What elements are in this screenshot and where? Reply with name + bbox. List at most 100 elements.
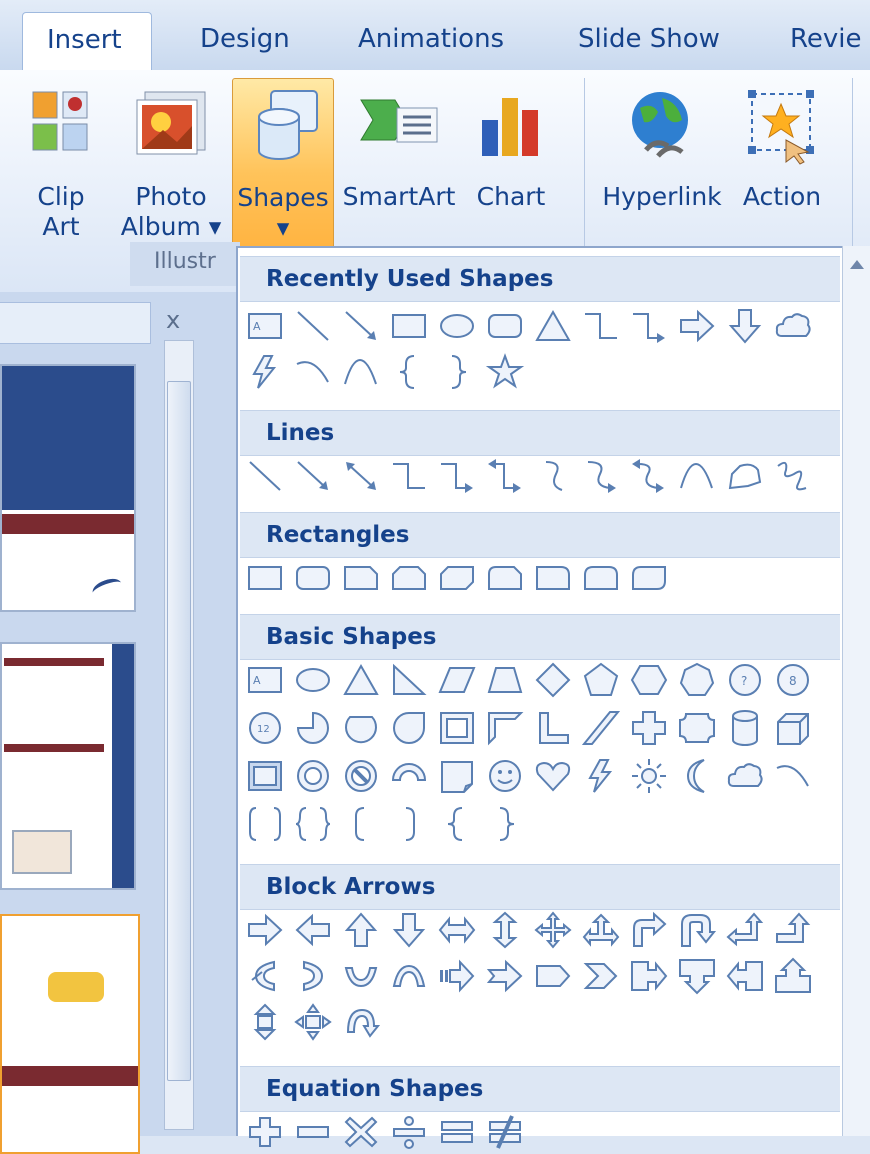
shape-math-multiply-icon[interactable]: [340, 1112, 382, 1152]
shape-lr-arrow-icon[interactable]: [436, 910, 478, 950]
shape-elbow-dbl-icon[interactable]: [484, 456, 526, 496]
action-button[interactable]: Action: [734, 78, 830, 248]
clip-art-button[interactable]: Clip Art: [18, 78, 104, 248]
shape-arc-icon[interactable]: [772, 756, 814, 796]
shape-quad-callout-icon[interactable]: [292, 1002, 334, 1042]
shape-line-icon[interactable]: [292, 306, 334, 346]
shape-l-shape-icon[interactable]: [532, 708, 574, 748]
shape-up-arrow-icon[interactable]: [340, 910, 382, 950]
shape-down-callout-icon[interactable]: [676, 956, 718, 996]
shape-math-not-equal-icon[interactable]: [484, 1112, 526, 1152]
shape-rect-icon[interactable]: [244, 558, 286, 598]
shape-donut-icon[interactable]: [292, 756, 334, 796]
tab-animations[interactable]: Animations: [358, 24, 504, 54]
shape-lru-arrow-icon[interactable]: [580, 910, 622, 950]
shape-triangle-icon[interactable]: [532, 306, 574, 346]
shape-rbracket-icon[interactable]: [388, 804, 430, 844]
shape-bevel-icon[interactable]: [244, 756, 286, 796]
shape-snip1-icon[interactable]: [340, 558, 382, 598]
shape-textbox-icon[interactable]: A: [244, 306, 286, 346]
tab-review[interactable]: Revie: [790, 24, 862, 54]
shape-block-arc-icon[interactable]: [388, 756, 430, 796]
shape-cloud-icon[interactable]: [724, 756, 766, 796]
shape-quad-arrow-icon[interactable]: [532, 910, 574, 950]
shape-elbow-arrow-icon[interactable]: [436, 456, 478, 496]
shape-curved-down-icon[interactable]: [388, 956, 430, 996]
shape-roundrect-icon[interactable]: [292, 558, 334, 598]
shape-rect-icon[interactable]: [388, 306, 430, 346]
shape-oval-icon[interactable]: [292, 660, 334, 700]
shape-arrow-icon[interactable]: [292, 456, 334, 496]
slide-thumbnail-selected[interactable]: [0, 914, 140, 1154]
shape-triangle-icon[interactable]: [340, 660, 382, 700]
shape-curved-dbl-icon[interactable]: [628, 456, 670, 496]
shape-snip2-icon[interactable]: [388, 558, 430, 598]
shape-heptagon-icon[interactable]: [676, 660, 718, 700]
shape-cube-icon[interactable]: [772, 708, 814, 748]
shape-lbracket-icon[interactable]: [340, 804, 382, 844]
shape-plus-icon[interactable]: [628, 708, 670, 748]
shape-uturn-arrow-icon[interactable]: [676, 910, 718, 950]
shape-bent-up-icon[interactable]: [772, 910, 814, 950]
shape-lightning-icon[interactable]: [244, 352, 286, 392]
shape-snip-round-icon[interactable]: [484, 558, 526, 598]
shape-arc-icon[interactable]: [292, 352, 334, 392]
shape-plaque-icon[interactable]: [676, 708, 718, 748]
shape-textbox-icon[interactable]: A: [244, 660, 286, 700]
shape-pentagon-icon[interactable]: [580, 660, 622, 700]
shape-can-icon[interactable]: [724, 708, 766, 748]
shape-scribble-icon[interactable]: [772, 456, 814, 496]
shape-ud-arrow-icon[interactable]: [484, 910, 526, 950]
shape-math-plus-icon[interactable]: [244, 1112, 286, 1152]
shape-ud-callout-icon[interactable]: [244, 1002, 286, 1042]
shape-notched-right-icon[interactable]: [484, 956, 526, 996]
shape-dbl-arrow-icon[interactable]: [340, 456, 382, 496]
shapes-button[interactable]: Shapes ▾: [232, 78, 334, 252]
tab-insert[interactable]: Insert: [22, 12, 152, 72]
shape-up-callout-icon[interactable]: [772, 956, 814, 996]
slides-scrollbar[interactable]: [164, 340, 194, 1130]
shape-octagon-icon[interactable]: ?: [724, 660, 766, 700]
smartart-button[interactable]: SmartArt: [340, 78, 458, 248]
shape-teardrop-icon[interactable]: [388, 708, 430, 748]
close-icon[interactable]: x: [166, 306, 180, 334]
shape-diag-stripe-icon[interactable]: [580, 708, 622, 748]
shape-right-arrow-icon[interactable]: [676, 306, 718, 346]
scroll-up-icon[interactable]: [850, 260, 864, 269]
shape-heart-icon[interactable]: [532, 756, 574, 796]
shape-folded-corner-icon[interactable]: [436, 756, 478, 796]
shape-pentagon-arrow-icon[interactable]: [532, 956, 574, 996]
shape-dbl-brace-icon[interactable]: [292, 804, 334, 844]
shape-lbrace-icon[interactable]: [388, 352, 430, 392]
shape-moon-icon[interactable]: [676, 756, 718, 796]
shape-oval-icon[interactable]: [436, 306, 478, 346]
shape-down-arrow-icon[interactable]: [388, 910, 430, 950]
shape-diamond-icon[interactable]: [532, 660, 574, 700]
slides-tab[interactable]: [0, 302, 151, 344]
shape-pie-icon[interactable]: [292, 708, 334, 748]
shape-down-arrow-icon[interactable]: [724, 306, 766, 346]
photo-album-button[interactable]: Photo Album ▾: [116, 78, 226, 248]
shape-round-diag-icon[interactable]: [628, 558, 670, 598]
shape-freeform-icon[interactable]: [724, 456, 766, 496]
shape-arrow-icon[interactable]: [340, 306, 382, 346]
shape-round2-icon[interactable]: [580, 558, 622, 598]
shape-cloud-icon[interactable]: [772, 306, 814, 346]
shape-no-smoking-icon[interactable]: [340, 756, 382, 796]
gallery-scrollbar[interactable]: [842, 246, 870, 1136]
shape-elbow-icon[interactable]: [580, 306, 622, 346]
shape-dbl-bracket-icon[interactable]: [244, 804, 286, 844]
shape-math-minus-icon[interactable]: [292, 1112, 334, 1152]
shape-frame-icon[interactable]: [436, 708, 478, 748]
shape-curve-icon[interactable]: [676, 456, 718, 496]
shape-chord-icon[interactable]: [340, 708, 382, 748]
shape-rt-triangle-icon[interactable]: [388, 660, 430, 700]
shape-elbow-icon[interactable]: [388, 456, 430, 496]
shape-round1-icon[interactable]: [532, 558, 574, 598]
shape-roundrect-icon[interactable]: [484, 306, 526, 346]
shape-hexagon-icon[interactable]: [628, 660, 670, 700]
shape-decagon-icon[interactable]: 8: [772, 660, 814, 700]
shape-chevron-icon[interactable]: [580, 956, 622, 996]
shape-sun-icon[interactable]: [628, 756, 670, 796]
shape-curved-arrow-icon[interactable]: [580, 456, 622, 496]
